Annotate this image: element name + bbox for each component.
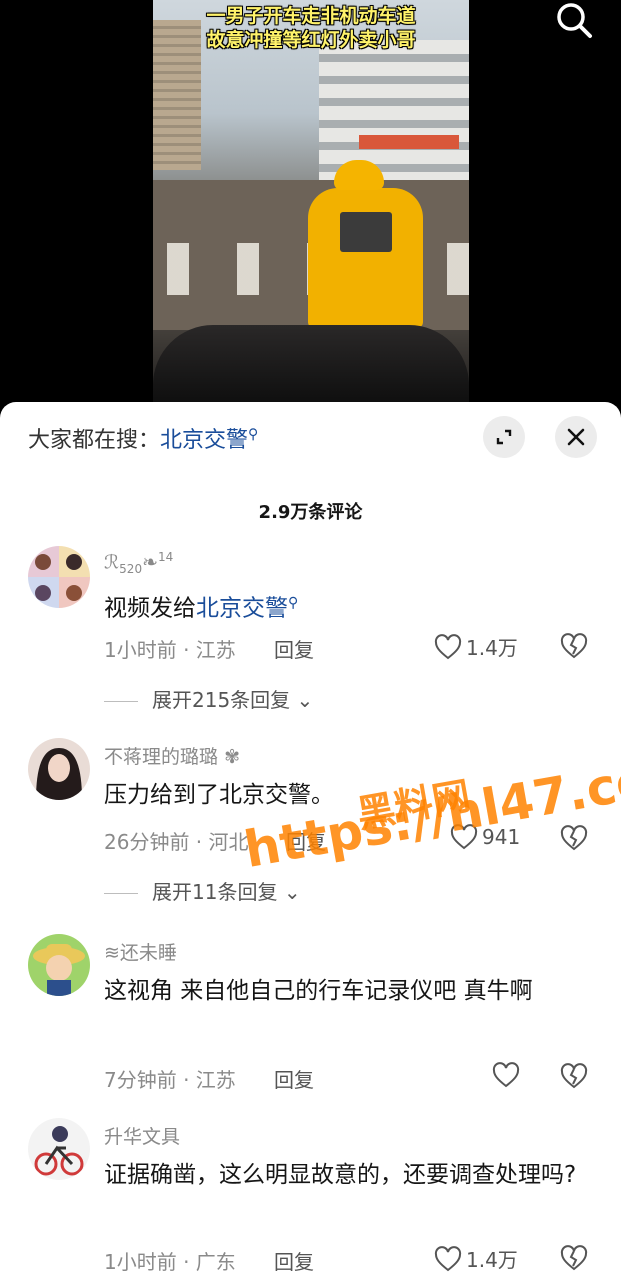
dislike-button[interactable]: [559, 632, 589, 662]
close-sheet-button[interactable]: [555, 416, 597, 458]
like-button[interactable]: [492, 1062, 520, 1088]
comment-text: 这视角 来自他自己的行车记录仪吧 真牛啊: [104, 978, 533, 1004]
search-button[interactable]: [553, 0, 595, 42]
video-car-hood: [153, 325, 469, 405]
expand-icon: [496, 429, 512, 445]
video-caption-line2: 故意冲撞等红灯外卖小哥: [206, 29, 416, 51]
reply-button[interactable]: 回复: [274, 634, 314, 663]
expand-divider: [104, 701, 138, 702]
comment-time-location: 7分钟前 · 江苏: [104, 1068, 236, 1092]
like-button[interactable]: 1.4万: [434, 1244, 518, 1273]
like-count: 941: [482, 825, 521, 849]
chevron-down-icon: ⌄: [283, 880, 301, 904]
rider-back-patch: [340, 212, 392, 252]
video-shop-sign: [359, 135, 459, 149]
avatar[interactable]: [28, 1118, 90, 1180]
video-caption: 一男子开车走非机动车道 故意冲撞等红灯外卖小哥: [153, 4, 469, 52]
heart-icon: [434, 1245, 462, 1271]
avatar-cartoon-image: [28, 934, 90, 996]
comment-text: 压力给到了北京交警。: [104, 782, 334, 808]
trending-term-link[interactable]: 北京交警: [160, 428, 248, 453]
expand-replies-button[interactable]: 展开11条回复 ⌄: [104, 876, 301, 905]
avatar[interactable]: [28, 546, 90, 608]
search-small-icon: ⚲: [288, 595, 299, 611]
like-count: 1.4万: [466, 636, 518, 660]
reply-button[interactable]: 回复: [286, 826, 326, 855]
reply-button[interactable]: 回复: [274, 1064, 314, 1093]
trending-search-icon: ⚲: [248, 426, 259, 443]
comment-username[interactable]: 升华文具: [104, 1122, 180, 1149]
comment-time-location: 26分钟前 · 河北: [104, 830, 249, 854]
broken-heart-icon: [560, 1245, 588, 1271]
comment-text: 证据确凿，这么明显故意的，还要调查处理吗?: [104, 1162, 577, 1188]
expand-sheet-button[interactable]: [483, 416, 525, 458]
leaf-icon: ❧: [142, 551, 158, 574]
avatar-portrait-image: [28, 738, 90, 800]
broken-heart-icon: [560, 633, 588, 659]
heart-icon: [434, 633, 462, 659]
expand-replies-button[interactable]: 展开215条回复 ⌄: [104, 684, 313, 713]
like-button[interactable]: 941: [450, 824, 520, 850]
zebra-badge-icon: ≋: [104, 942, 120, 964]
comment-search-link[interactable]: 北京交警: [196, 596, 288, 622]
comment-count: 2.9万条评论: [258, 502, 363, 523]
broken-heart-icon: [560, 1063, 588, 1089]
broken-heart-icon: [560, 825, 588, 851]
heart-icon: [492, 1062, 520, 1088]
expand-divider: [104, 893, 138, 894]
comment-sheet: 大家都在搜：北京交警⚲ 2.9万条评论 ℛ520❧14 视频发给北京交警⚲ 1小…: [0, 402, 621, 1280]
chevron-down-icon: ⌄: [296, 688, 314, 712]
trending-prefix: 大家都在搜：: [28, 428, 161, 453]
like-count: 1.4万: [466, 1248, 518, 1272]
like-button[interactable]: 1.4万: [434, 632, 518, 661]
comment-username[interactable]: ≋还未睡: [104, 938, 177, 965]
video-building-right: [319, 40, 469, 180]
video-caption-line1: 一男子开车走非机动车道: [206, 5, 416, 27]
comment-username[interactable]: ℛ520❧14: [104, 550, 173, 576]
heart-icon: [450, 824, 478, 850]
dislike-button[interactable]: [559, 1244, 589, 1274]
search-icon: [557, 3, 592, 38]
dislike-button[interactable]: [559, 824, 589, 854]
video-player[interactable]: 一男子开车走非机动车道 故意冲撞等红灯外卖小哥: [0, 0, 621, 420]
video-delivery-rider: [308, 160, 423, 330]
avatar-collage-image: [28, 546, 90, 608]
comment-time-location: 1小时前 · 广东: [104, 1250, 236, 1274]
avatar-bike-image: [28, 1118, 90, 1180]
video-frame[interactable]: 一男子开车走非机动车道 故意冲撞等红灯外卖小哥: [153, 0, 469, 405]
comment-text: 视频发给北京交警⚲: [104, 595, 299, 622]
avatar[interactable]: [28, 934, 90, 996]
trending-search[interactable]: 大家都在搜：北京交警⚲: [28, 422, 258, 454]
avatar[interactable]: [28, 738, 90, 800]
dislike-button[interactable]: [559, 1062, 589, 1092]
rider-helmet: [334, 160, 384, 190]
reply-button[interactable]: 回复: [274, 1246, 314, 1275]
rider-jacket: [308, 188, 423, 328]
close-icon: [567, 428, 585, 446]
comment-time-location: 1小时前 · 江苏: [104, 638, 236, 662]
comment-username[interactable]: 不蒋理的璐璐 ✾: [104, 742, 240, 769]
flower-badge-icon: ✾: [224, 746, 240, 768]
